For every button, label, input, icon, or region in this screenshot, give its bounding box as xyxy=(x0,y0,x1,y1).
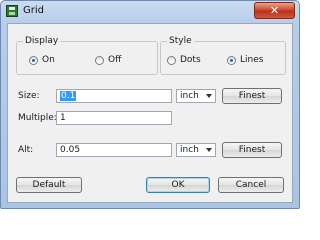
style-dots-radio[interactable]: Dots xyxy=(167,55,201,65)
size-finest-button[interactable]: Finest xyxy=(222,88,282,104)
size-input-value: 0.1 xyxy=(60,91,77,101)
size-label: Size: xyxy=(18,91,40,101)
radio-checked-icon xyxy=(227,55,236,65)
style-lines-radio[interactable]: Lines xyxy=(227,55,263,65)
display-group-label: Display xyxy=(23,36,61,46)
default-button[interactable]: Default xyxy=(16,177,82,193)
alt-unit-value: inch xyxy=(180,145,199,155)
ok-button[interactable]: OK xyxy=(146,177,210,193)
multiple-label: Multiple: xyxy=(18,113,57,123)
style-lines-label: Lines xyxy=(240,55,264,65)
display-on-label: On xyxy=(42,55,55,65)
multiple-input[interactable]: 1 xyxy=(56,111,172,125)
dropdown-arrow-icon xyxy=(206,148,212,152)
alt-input-value: 0.05 xyxy=(60,145,81,155)
display-on-radio[interactable]: On xyxy=(29,55,55,65)
size-finest-label: Finest xyxy=(238,91,266,101)
title-bar[interactable]: Grid ✕ xyxy=(1,1,299,22)
dropdown-arrow-icon xyxy=(206,94,212,98)
display-off-radio[interactable]: Off xyxy=(95,55,121,65)
radio-unchecked-icon xyxy=(167,55,176,65)
size-unit-select[interactable]: inch xyxy=(176,89,216,103)
cancel-button[interactable]: Cancel xyxy=(218,177,284,193)
cancel-button-label: Cancel xyxy=(235,180,267,190)
alt-label: Alt: xyxy=(18,145,34,155)
close-icon: ✕ xyxy=(269,4,280,17)
display-off-label: Off xyxy=(108,55,122,65)
default-button-label: Default xyxy=(32,180,66,190)
close-button[interactable]: ✕ xyxy=(254,2,295,19)
ok-button-label: OK xyxy=(171,180,185,190)
multiple-input-value: 1 xyxy=(60,113,66,123)
alt-unit-select[interactable]: inch xyxy=(176,143,216,157)
alt-input[interactable]: 0.05 xyxy=(56,143,172,157)
style-group-label: Style xyxy=(167,36,194,46)
size-input[interactable]: 0.1 xyxy=(56,89,172,103)
alt-finest-label: Finest xyxy=(238,145,266,155)
radio-unchecked-icon xyxy=(95,55,104,65)
size-unit-value: inch xyxy=(180,91,199,101)
window-title: Grid xyxy=(23,5,44,16)
display-group: Display On Off xyxy=(16,36,158,75)
grid-dialog: Grid ✕ Display On Off Style Dots Lines S… xyxy=(0,0,300,209)
style-group: Style Dots Lines xyxy=(160,36,286,75)
radio-checked-icon xyxy=(29,55,38,65)
alt-finest-button[interactable]: Finest xyxy=(222,142,282,158)
grid-app-icon xyxy=(6,5,18,17)
dialog-client-area: Display On Off Style Dots Lines Size: 0.… xyxy=(7,23,293,203)
style-dots-label: Dots xyxy=(180,55,201,65)
